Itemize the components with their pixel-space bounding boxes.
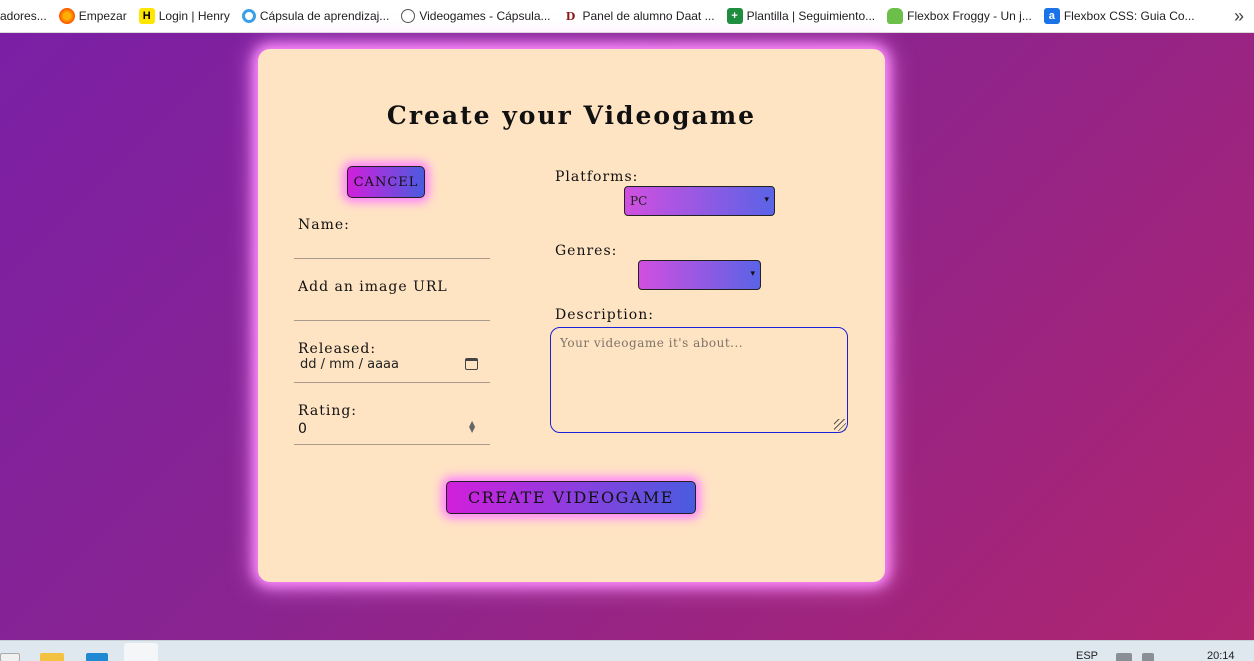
create-videogame-form: Create your Videogame CANCEL Name: Add a… bbox=[258, 49, 885, 582]
bookmark-item[interactable]: adores... bbox=[0, 0, 53, 32]
globe-icon bbox=[401, 9, 416, 23]
platforms-selected-value: PC bbox=[630, 194, 648, 208]
rating-underline bbox=[294, 423, 490, 445]
bookmarks-bar: adores... Empezar H Login | Henry Cápsul… bbox=[0, 0, 1254, 33]
bookmark-label: adores... bbox=[0, 9, 47, 23]
taskbar: ESP 20:14 bbox=[0, 640, 1254, 661]
bookmark-item[interactable]: + Plantilla | Seguimiento... bbox=[721, 0, 882, 32]
platforms-label: Platforms: bbox=[555, 169, 639, 185]
bookmark-label: Flexbox Froggy - Un j... bbox=[907, 9, 1032, 23]
bookmark-label: Plantilla | Seguimiento... bbox=[746, 9, 876, 23]
circle-icon bbox=[241, 9, 256, 23]
network-icon[interactable] bbox=[1116, 653, 1132, 661]
bookmark-item[interactable]: Flexbox Froggy - Un j... bbox=[881, 0, 1038, 32]
bookmark-label: Videogames - Cápsula... bbox=[419, 9, 551, 23]
language-indicator[interactable]: ESP bbox=[1076, 650, 1098, 661]
platforms-select[interactable]: PC ▾ bbox=[624, 186, 775, 216]
start-icon[interactable] bbox=[0, 653, 20, 661]
resize-handle-icon[interactable] bbox=[834, 419, 846, 431]
sheets-icon: + bbox=[726, 8, 743, 24]
henry-icon: H bbox=[138, 8, 155, 24]
bookmark-label: Flexbox CSS: Guia Co... bbox=[1063, 9, 1195, 23]
page-title: Create your Videogame bbox=[386, 101, 757, 130]
chevrons-right-icon[interactable]: » bbox=[1234, 6, 1244, 27]
bookmark-item[interactable]: Empezar bbox=[53, 0, 133, 32]
firefox-icon bbox=[58, 8, 75, 24]
frog-icon bbox=[887, 8, 904, 24]
calendar-icon[interactable] bbox=[465, 358, 478, 370]
bookmark-label: Panel de alumno Daat ... bbox=[582, 9, 715, 23]
bookmark-label: Cápsula de aprendizaj... bbox=[259, 9, 390, 23]
cancel-button[interactable]: CANCEL bbox=[347, 166, 425, 198]
file-explorer-icon[interactable] bbox=[40, 653, 64, 661]
chevron-down-icon: ▾ bbox=[750, 269, 755, 279]
description-textarea[interactable]: Your videogame it's about... bbox=[550, 327, 848, 433]
image-url-input[interactable] bbox=[294, 299, 490, 321]
vscode-icon[interactable] bbox=[86, 653, 108, 661]
bookmark-item[interactable]: Videogames - Cápsula... bbox=[395, 0, 556, 32]
chevron-down-icon: ▾ bbox=[764, 195, 769, 205]
genres-label: Genres: bbox=[555, 243, 618, 259]
rating-label: Rating: bbox=[298, 403, 358, 419]
spinner-icon[interactable]: ▲ ▼ bbox=[469, 420, 475, 434]
volume-icon[interactable] bbox=[1142, 653, 1154, 661]
rating-input[interactable]: 0 bbox=[298, 421, 307, 437]
name-input[interactable] bbox=[294, 237, 490, 259]
firefox-taskbar-icon[interactable] bbox=[124, 643, 158, 661]
guide-icon: a bbox=[1043, 8, 1060, 24]
name-label: Name: bbox=[298, 217, 350, 233]
bookmark-label: Empezar bbox=[78, 9, 127, 23]
daat-icon: D bbox=[565, 9, 576, 23]
genres-select[interactable]: ▾ bbox=[638, 260, 761, 290]
bookmark-label: Login | Henry bbox=[158, 9, 230, 23]
released-date-input[interactable]: dd / mm / aaaa bbox=[300, 357, 478, 372]
create-videogame-button[interactable]: CREATE VIDEOGAME bbox=[446, 481, 696, 514]
bookmark-item[interactable]: D Panel de alumno Daat ... bbox=[557, 0, 721, 32]
image-url-label: Add an image URL bbox=[298, 279, 448, 295]
released-label: Released: bbox=[298, 341, 377, 357]
clock-time[interactable]: 20:14 bbox=[1207, 650, 1235, 661]
description-label: Description: bbox=[555, 307, 654, 323]
bookmark-item[interactable]: Cápsula de aprendizaj... bbox=[236, 0, 395, 32]
bookmark-item[interactable]: a Flexbox CSS: Guia Co... bbox=[1038, 0, 1201, 32]
bookmark-item[interactable]: H Login | Henry bbox=[133, 0, 236, 32]
